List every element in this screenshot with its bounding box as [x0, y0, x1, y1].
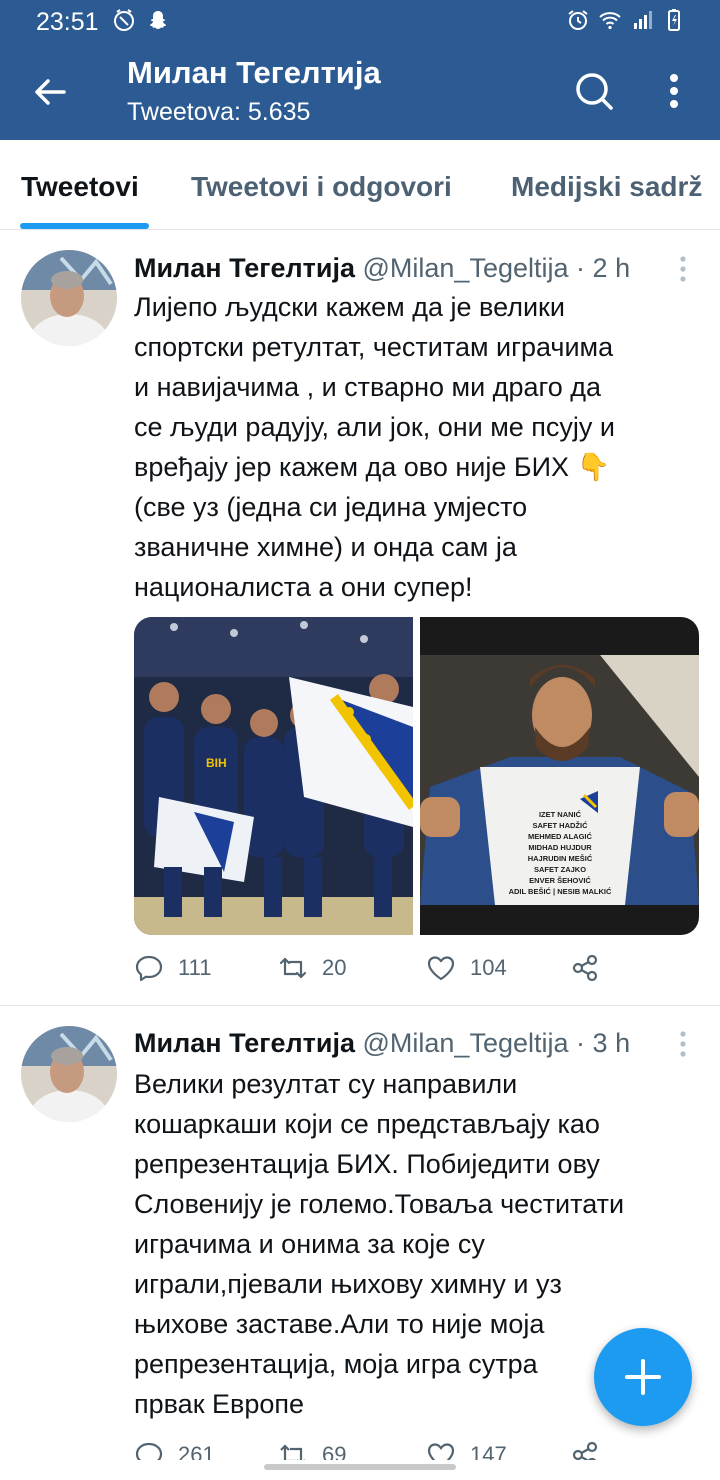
tweet-media: BIH IZET NANIĆ SAFET HADŽIĆ MEHMED ALAGI…: [134, 617, 699, 935]
retweet-count: 69: [322, 1442, 347, 1460]
shirt-line: ADIL BEŠIĆ | NESIB MALKIĆ: [509, 887, 612, 896]
tweet-time: 3 h: [592, 1028, 631, 1058]
tweet-text-line: и навијачима , и стварно ми драго да: [134, 372, 602, 402]
app-bar: 23:51 Милан Тегелтија Tweetova: 5.635: [0, 0, 720, 140]
retweet-icon: [280, 1444, 305, 1460]
tweet-separator-dot: ·: [576, 1028, 586, 1058]
status-left-icons: [112, 8, 170, 32]
tweet-author-handle: @Milan_Tegeltija: [362, 1028, 569, 1058]
media-photo-team-celebration[interactable]: BIH: [134, 617, 413, 935]
share-icon: [572, 1441, 598, 1460]
tab-media[interactable]: Medijski sadrž: [511, 171, 702, 203]
tweet-text-line: вређају јер кажем да ово није БИХ 👇: [134, 452, 611, 482]
tweet-text-line: (све уз (једна си једина умјесто: [134, 492, 528, 522]
tweet-text-line: кошаркаши који се представљају као: [134, 1109, 600, 1139]
tweet-text-line: играчима и онима за које су: [134, 1229, 485, 1259]
active-tab-indicator: [20, 223, 149, 229]
tweet-header: Милан Тегелтија @Milan_Tegeltija · 3 h: [134, 1028, 630, 1059]
retweet-button[interactable]: 20: [278, 953, 346, 983]
retweet-button[interactable]: 69: [278, 1440, 346, 1460]
status-bar: 23:51: [0, 0, 720, 44]
tweet-text-line: играли,пјевали њихову химну и уз: [134, 1269, 562, 1299]
reply-count: 261: [178, 1442, 215, 1460]
tweet-text-line: Лијепо људски кажем да је велики: [134, 292, 565, 322]
reply-icon: [135, 955, 163, 982]
shirt-line: MEHMED ALAGIĆ: [528, 832, 592, 841]
back-arrow-icon[interactable]: [30, 72, 70, 112]
tweet-text-line: репрезентација БИХ. Побиједити ову: [134, 1149, 600, 1179]
tweet-count: Tweetova: 5.635: [127, 98, 311, 126]
tweet-actions: 111 20 104: [134, 953, 614, 987]
avatar[interactable]: [21, 250, 117, 346]
signal-icon: [634, 11, 652, 29]
media-photo-player-shirt[interactable]: IZET NANIĆ SAFET HADŽIĆ MEHMED ALAGIĆ MI…: [420, 617, 699, 935]
like-count: 147: [470, 1442, 507, 1460]
like-count: 104: [470, 955, 507, 980]
avatar[interactable]: [21, 1026, 117, 1122]
shirt-line: SAFET HADŽIĆ: [533, 821, 589, 830]
tweet-text-line: спортски ретултат, честитам играчима: [134, 332, 614, 362]
wifi-icon: [599, 12, 621, 30]
shirt-line: ENVER ŠEHOVIĆ: [529, 876, 591, 885]
alarm-icon: [568, 10, 588, 30]
snapchat-icon: [150, 11, 166, 29]
reply-button[interactable]: 111: [134, 953, 211, 983]
reply-icon: [135, 1442, 163, 1460]
status-time: 23:51: [36, 8, 99, 36]
tab-tweets-and-replies[interactable]: Tweetovi i odgovori: [191, 171, 452, 203]
tweet-text: Лијепо људски кажем да је велики спортск…: [134, 287, 709, 607]
search-icon[interactable]: [573, 70, 615, 112]
heart-icon: [427, 956, 455, 981]
profile-tabs: Tweetovi Tweetovi i odgovori Medijski sa…: [0, 140, 720, 230]
jersey-text: BIH: [206, 756, 227, 770]
shirt-line: IZET NANIĆ: [539, 810, 582, 819]
shirt-line: MIDHAD HUJDUR: [528, 843, 592, 852]
tweet-author-handle: @Milan_Tegeltija: [362, 253, 569, 283]
tweet-actions: 261 69 147: [134, 1440, 614, 1460]
tweet-text-line: националиста а они супер!: [134, 572, 473, 602]
tab-tweets[interactable]: Tweetovi: [21, 171, 139, 203]
share-button[interactable]: [570, 953, 600, 983]
status-right-icons: [566, 8, 686, 32]
tweet-text-line: Словенију је големо.Товаља честитати: [134, 1189, 625, 1219]
tweet-author-name[interactable]: Милан Тегелтија: [134, 1028, 355, 1058]
retweet-count: 20: [322, 955, 347, 980]
share-button[interactable]: [570, 1440, 600, 1460]
heart-icon: [427, 1443, 455, 1460]
tweet-separator-dot: ·: [576, 253, 586, 283]
tweet-header: Милан Тегелтија @Milan_Tegeltija · 2 h: [134, 253, 630, 284]
tweet-author-name[interactable]: Милан Тегелтија: [134, 253, 355, 283]
shirt-line: HAJRUDIN MEŠIĆ: [528, 854, 593, 863]
like-button[interactable]: 104: [426, 953, 507, 983]
reply-count: 111: [178, 955, 212, 980]
tweet-text-line: званичне химне) и онда сам ја: [134, 532, 517, 562]
like-button[interactable]: 147: [426, 1440, 507, 1460]
retweet-icon: [279, 957, 307, 979]
share-icon: [572, 954, 598, 982]
reply-button[interactable]: 261: [134, 1440, 215, 1460]
tweet-more-icon[interactable]: [678, 255, 688, 283]
do-not-disturb-icon: [114, 9, 134, 31]
shirt-line: SAFET ZAJKO: [534, 865, 586, 874]
battery-icon: [668, 9, 680, 31]
overflow-menu-icon[interactable]: [660, 70, 688, 112]
tweet-text-line: се људи радују, али јок, они ме псују и: [134, 412, 615, 442]
profile-name: Милан Тегелтија: [127, 55, 381, 90]
tweet-more-icon[interactable]: [678, 1030, 688, 1058]
tweet-time: 2 h: [592, 253, 631, 283]
tweet-text-line: Велики резултат су направили: [134, 1069, 518, 1099]
compose-tweet-button[interactable]: [594, 1328, 692, 1426]
plus-icon: [625, 1359, 661, 1395]
tweet-divider: [0, 1005, 720, 1006]
gesture-navigation-bar[interactable]: [264, 1464, 456, 1470]
